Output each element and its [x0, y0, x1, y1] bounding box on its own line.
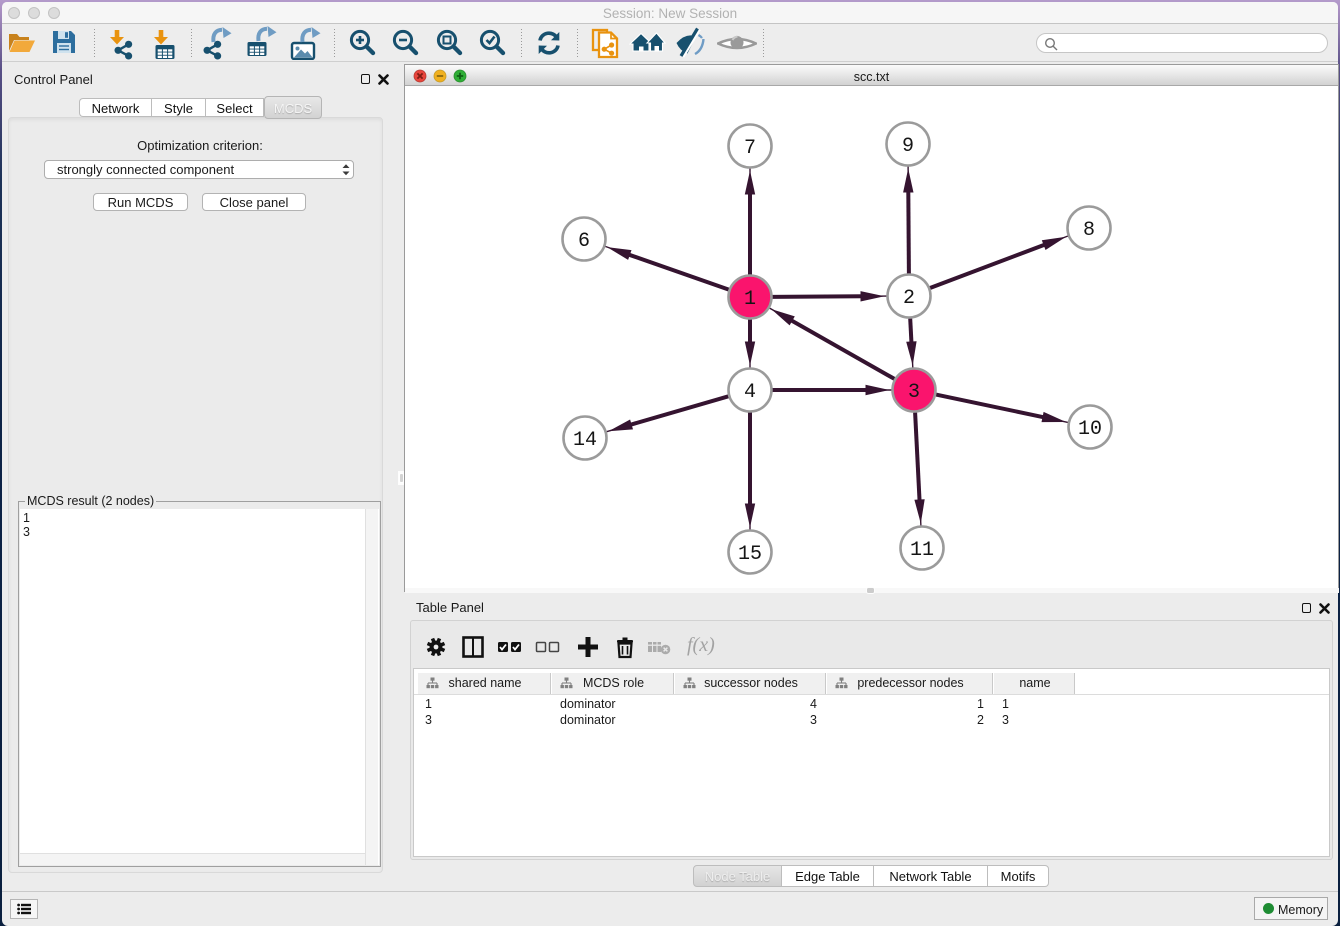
svg-text:10: 10 [1078, 418, 1102, 441]
svg-text:9: 9 [902, 135, 914, 158]
svg-text:11: 11 [910, 539, 934, 562]
svg-text:2: 2 [903, 287, 915, 310]
svg-text:4: 4 [744, 381, 756, 404]
svg-text:6: 6 [578, 230, 590, 253]
svg-text:1: 1 [744, 288, 756, 311]
svg-text:14: 14 [573, 429, 597, 452]
svg-text:15: 15 [738, 543, 762, 566]
svg-text:3: 3 [908, 381, 920, 404]
svg-text:8: 8 [1083, 219, 1095, 242]
svg-text:7: 7 [744, 137, 756, 160]
